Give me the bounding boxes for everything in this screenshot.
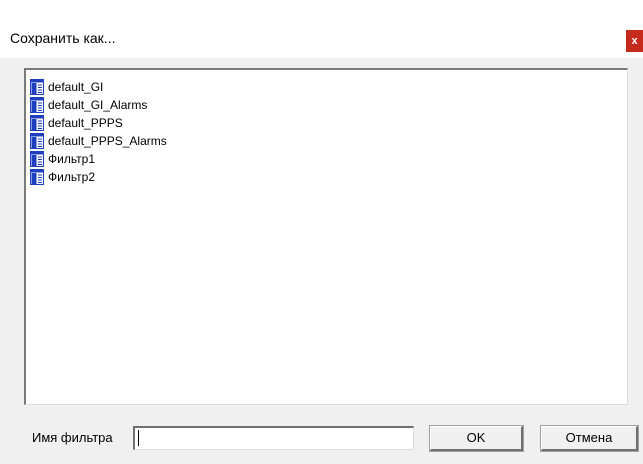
ok-button[interactable]: OK xyxy=(429,425,524,452)
list-item[interactable]: Фильтр1 xyxy=(29,150,95,168)
file-name: Фильтр1 xyxy=(48,152,95,166)
file-name: default_PPPS xyxy=(48,116,123,130)
filter-file-icon xyxy=(30,79,44,95)
list-item[interactable]: default_GI_Alarms xyxy=(29,96,147,114)
close-button[interactable]: x xyxy=(626,30,643,52)
filter-file-icon xyxy=(30,115,44,131)
filter-file-icon xyxy=(30,97,44,113)
title-bar: Сохранить как... x xyxy=(0,0,643,58)
filter-name-label: Имя фильтра xyxy=(32,430,113,445)
cancel-button[interactable]: Отмена xyxy=(540,425,639,452)
list-item[interactable]: default_PPPS xyxy=(29,114,123,132)
filter-file-icon xyxy=(30,169,44,185)
filter-name-input[interactable] xyxy=(133,426,414,450)
filter-file-icon xyxy=(30,133,44,149)
filter-file-icon xyxy=(30,151,44,167)
list-item[interactable]: default_PPPS_Alarms xyxy=(29,132,167,150)
file-name: default_GI xyxy=(48,80,104,94)
filter-file-list[interactable]: default_GI default_GI_Alarms default_PPPSd… xyxy=(24,68,628,405)
save-as-dialog: Сохранить как... x default_GI default_GI_… xyxy=(0,0,643,464)
list-item[interactable]: Фильтр2 xyxy=(29,168,95,186)
file-name: Фильтр2 xyxy=(48,170,95,184)
list-item[interactable]: default_GI xyxy=(29,78,103,96)
text-caret xyxy=(138,430,139,446)
file-name: default_PPPS_Alarms xyxy=(48,134,167,148)
dialog-title: Сохранить как... xyxy=(10,30,116,46)
file-name: default_GI_Alarms xyxy=(48,98,148,112)
